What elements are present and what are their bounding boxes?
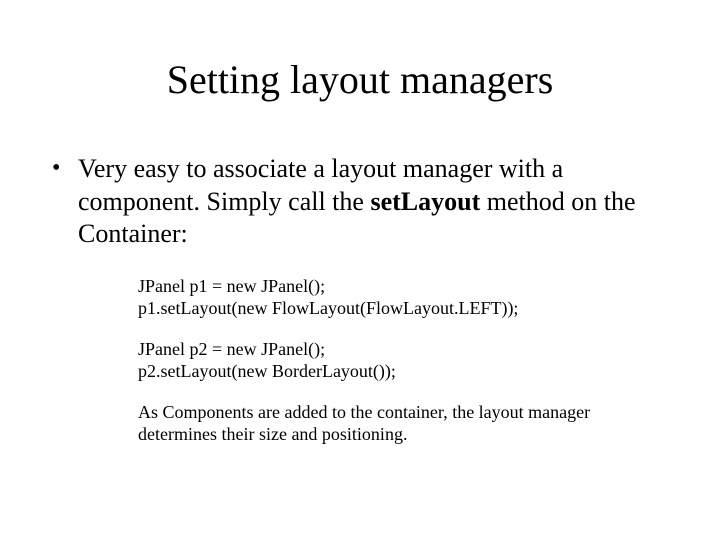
slide-body: Very easy to associate a layout manager …: [0, 103, 720, 446]
bullet-text-bold: setLayout: [370, 187, 480, 216]
code-line: p2.setLayout(new BorderLayout());: [138, 360, 672, 383]
slide: Setting layout managers Very easy to ass…: [0, 0, 720, 540]
code-line: JPanel p1 = new JPanel();: [138, 275, 672, 298]
bullet-item: Very easy to associate a layout manager …: [48, 153, 672, 251]
code-note: As Components are added to the container…: [138, 401, 672, 446]
slide-title: Setting layout managers: [0, 0, 720, 103]
code-block: JPanel p1 = new JPanel(); p1.setLayout(n…: [138, 275, 672, 446]
code-line: JPanel p2 = new JPanel();: [138, 338, 672, 361]
code-line: p1.setLayout(new FlowLayout(FlowLayout.L…: [138, 297, 672, 320]
bullet-list: Very easy to associate a layout manager …: [48, 153, 672, 251]
